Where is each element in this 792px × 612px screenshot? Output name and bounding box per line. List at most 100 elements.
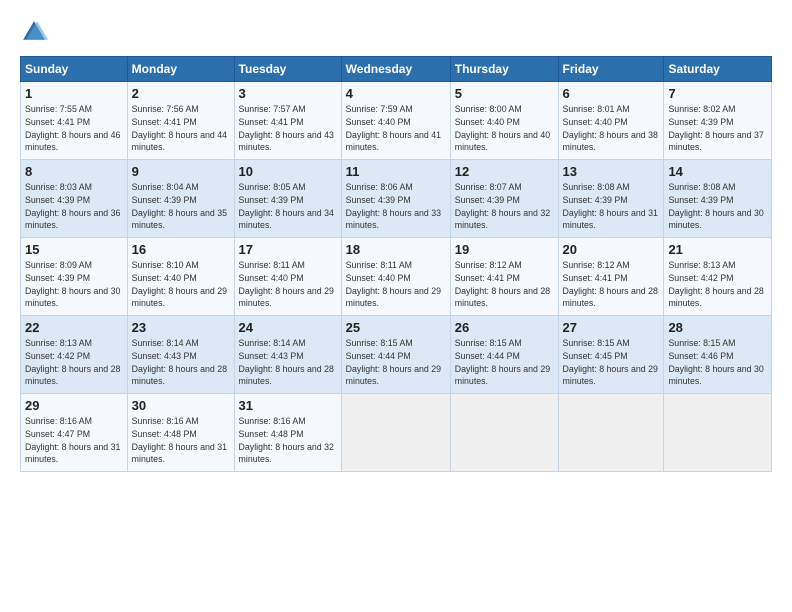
day-detail: Sunrise: 8:15 AMSunset: 4:44 PMDaylight:… xyxy=(455,338,550,386)
day-number: 7 xyxy=(668,86,767,101)
calendar-cell: 10 Sunrise: 8:05 AMSunset: 4:39 PMDayligh… xyxy=(234,160,341,238)
calendar-cell: 28 Sunrise: 8:15 AMSunset: 4:46 PMDayligh… xyxy=(664,316,772,394)
day-number: 28 xyxy=(668,320,767,335)
calendar-cell: 17Sunrise: 8:11 AMSunset: 4:40 PMDayligh… xyxy=(234,238,341,316)
calendar-cell xyxy=(450,394,558,472)
day-detail: Sunrise: 8:07 AMSunset: 4:39 PMDaylight:… xyxy=(455,182,550,230)
weekday-monday: Monday xyxy=(127,57,234,82)
calendar-cell: 29Sunrise: 8:16 AMSunset: 4:47 PMDayligh… xyxy=(21,394,128,472)
day-number: 22 xyxy=(25,320,123,335)
header xyxy=(20,18,772,46)
calendar-cell xyxy=(558,394,664,472)
calendar-cell: 27 Sunrise: 8:15 AMSunset: 4:45 PMDayligh… xyxy=(558,316,664,394)
calendar-week-4: 22 Sunrise: 8:13 AMSunset: 4:42 PMDayligh… xyxy=(21,316,772,394)
day-detail: Sunrise: 8:13 AMSunset: 4:42 PMDaylight:… xyxy=(25,338,120,386)
calendar-cell: 22 Sunrise: 8:13 AMSunset: 4:42 PMDayligh… xyxy=(21,316,128,394)
day-number: 27 xyxy=(563,320,660,335)
day-detail: Sunrise: 8:11 AMSunset: 4:40 PMDaylight:… xyxy=(239,260,334,308)
day-detail: Sunrise: 8:16 AMSunset: 4:47 PMDaylight:… xyxy=(25,416,120,464)
day-number: 18 xyxy=(346,242,446,257)
day-number: 15 xyxy=(25,242,123,257)
day-detail: Sunrise: 8:08 AMSunset: 4:39 PMDaylight:… xyxy=(563,182,658,230)
calendar-cell: 23 Sunrise: 8:14 AMSunset: 4:43 PMDayligh… xyxy=(127,316,234,394)
day-detail: Sunrise: 7:57 AMSunset: 4:41 PMDaylight:… xyxy=(239,104,334,152)
calendar-body: 1 Sunrise: 7:55 AMSunset: 4:41 PMDaylight… xyxy=(21,82,772,472)
calendar-cell: 5 Sunrise: 8:00 AMSunset: 4:40 PMDaylight… xyxy=(450,82,558,160)
day-detail: Sunrise: 8:12 AMSunset: 4:41 PMDaylight:… xyxy=(455,260,550,308)
day-detail: Sunrise: 8:14 AMSunset: 4:43 PMDaylight:… xyxy=(239,338,334,386)
calendar-week-5: 29Sunrise: 8:16 AMSunset: 4:47 PMDayligh… xyxy=(21,394,772,472)
day-number: 1 xyxy=(25,86,123,101)
day-number: 25 xyxy=(346,320,446,335)
day-number: 31 xyxy=(239,398,337,413)
calendar-cell: 9 Sunrise: 8:04 AMSunset: 4:39 PMDaylight… xyxy=(127,160,234,238)
weekday-header-row: SundayMondayTuesdayWednesdayThursdayFrid… xyxy=(21,57,772,82)
calendar-week-3: 15 Sunrise: 8:09 AMSunset: 4:39 PMDayligh… xyxy=(21,238,772,316)
logo xyxy=(20,18,54,46)
day-detail: Sunrise: 8:15 AMSunset: 4:45 PMDaylight:… xyxy=(563,338,658,386)
calendar-cell: 8Sunrise: 8:03 AMSunset: 4:39 PMDaylight… xyxy=(21,160,128,238)
day-number: 30 xyxy=(132,398,230,413)
day-detail: Sunrise: 7:55 AMSunset: 4:41 PMDaylight:… xyxy=(25,104,120,152)
calendar-week-1: 1 Sunrise: 7:55 AMSunset: 4:41 PMDaylight… xyxy=(21,82,772,160)
day-number: 20 xyxy=(563,242,660,257)
calendar-cell: 21Sunrise: 8:13 AMSunset: 4:42 PMDayligh… xyxy=(664,238,772,316)
weekday-saturday: Saturday xyxy=(664,57,772,82)
day-number: 6 xyxy=(563,86,660,101)
day-detail: Sunrise: 8:05 AMSunset: 4:39 PMDaylight:… xyxy=(239,182,334,230)
calendar-cell: 1 Sunrise: 7:55 AMSunset: 4:41 PMDaylight… xyxy=(21,82,128,160)
day-detail: Sunrise: 8:10 AMSunset: 4:40 PMDaylight:… xyxy=(132,260,227,308)
calendar-cell: 30 Sunrise: 8:16 AMSunset: 4:48 PMDayligh… xyxy=(127,394,234,472)
day-number: 9 xyxy=(132,164,230,179)
day-number: 23 xyxy=(132,320,230,335)
day-number: 26 xyxy=(455,320,554,335)
calendar-cell: 3 Sunrise: 7:57 AMSunset: 4:41 PMDaylight… xyxy=(234,82,341,160)
day-detail: Sunrise: 7:56 AMSunset: 4:41 PMDaylight:… xyxy=(132,104,227,152)
calendar-cell xyxy=(341,394,450,472)
calendar-week-2: 8Sunrise: 8:03 AMSunset: 4:39 PMDaylight… xyxy=(21,160,772,238)
day-number: 10 xyxy=(239,164,337,179)
calendar-cell: 18Sunrise: 8:11 AMSunset: 4:40 PMDayligh… xyxy=(341,238,450,316)
day-detail: Sunrise: 8:02 AMSunset: 4:39 PMDaylight:… xyxy=(668,104,763,152)
page: SundayMondayTuesdayWednesdayThursdayFrid… xyxy=(0,0,792,612)
calendar-cell: 4 Sunrise: 7:59 AMSunset: 4:40 PMDaylight… xyxy=(341,82,450,160)
day-number: 19 xyxy=(455,242,554,257)
day-detail: Sunrise: 8:14 AMSunset: 4:43 PMDaylight:… xyxy=(132,338,227,386)
calendar-cell xyxy=(664,394,772,472)
logo-icon xyxy=(20,18,48,46)
day-detail: Sunrise: 8:15 AMSunset: 4:46 PMDaylight:… xyxy=(668,338,763,386)
weekday-sunday: Sunday xyxy=(21,57,128,82)
calendar-cell: 24Sunrise: 8:14 AMSunset: 4:43 PMDayligh… xyxy=(234,316,341,394)
calendar-cell: 7 Sunrise: 8:02 AMSunset: 4:39 PMDaylight… xyxy=(664,82,772,160)
day-detail: Sunrise: 8:13 AMSunset: 4:42 PMDaylight:… xyxy=(668,260,763,308)
calendar-header: SundayMondayTuesdayWednesdayThursdayFrid… xyxy=(21,57,772,82)
day-number: 8 xyxy=(25,164,123,179)
day-detail: Sunrise: 8:01 AMSunset: 4:40 PMDaylight:… xyxy=(563,104,658,152)
weekday-tuesday: Tuesday xyxy=(234,57,341,82)
day-number: 16 xyxy=(132,242,230,257)
calendar-cell: 16 Sunrise: 8:10 AMSunset: 4:40 PMDayligh… xyxy=(127,238,234,316)
calendar-cell: 6 Sunrise: 8:01 AMSunset: 4:40 PMDaylight… xyxy=(558,82,664,160)
day-number: 3 xyxy=(239,86,337,101)
day-number: 14 xyxy=(668,164,767,179)
day-number: 5 xyxy=(455,86,554,101)
weekday-thursday: Thursday xyxy=(450,57,558,82)
day-detail: Sunrise: 8:16 AMSunset: 4:48 PMDaylight:… xyxy=(132,416,227,464)
day-number: 2 xyxy=(132,86,230,101)
day-number: 13 xyxy=(563,164,660,179)
day-detail: Sunrise: 8:12 AMSunset: 4:41 PMDaylight:… xyxy=(563,260,658,308)
day-detail: Sunrise: 8:04 AMSunset: 4:39 PMDaylight:… xyxy=(132,182,227,230)
day-number: 4 xyxy=(346,86,446,101)
day-detail: Sunrise: 8:09 AMSunset: 4:39 PMDaylight:… xyxy=(25,260,120,308)
day-number: 11 xyxy=(346,164,446,179)
calendar-cell: 15 Sunrise: 8:09 AMSunset: 4:39 PMDayligh… xyxy=(21,238,128,316)
calendar-cell: 26 Sunrise: 8:15 AMSunset: 4:44 PMDayligh… xyxy=(450,316,558,394)
day-detail: Sunrise: 7:59 AMSunset: 4:40 PMDaylight:… xyxy=(346,104,441,152)
day-detail: Sunrise: 8:00 AMSunset: 4:40 PMDaylight:… xyxy=(455,104,550,152)
weekday-friday: Friday xyxy=(558,57,664,82)
weekday-wednesday: Wednesday xyxy=(341,57,450,82)
day-detail: Sunrise: 8:16 AMSunset: 4:48 PMDaylight:… xyxy=(239,416,334,464)
calendar-cell: 14Sunrise: 8:08 AMSunset: 4:39 PMDayligh… xyxy=(664,160,772,238)
calendar-cell: 31 Sunrise: 8:16 AMSunset: 4:48 PMDayligh… xyxy=(234,394,341,472)
day-detail: Sunrise: 8:06 AMSunset: 4:39 PMDaylight:… xyxy=(346,182,441,230)
